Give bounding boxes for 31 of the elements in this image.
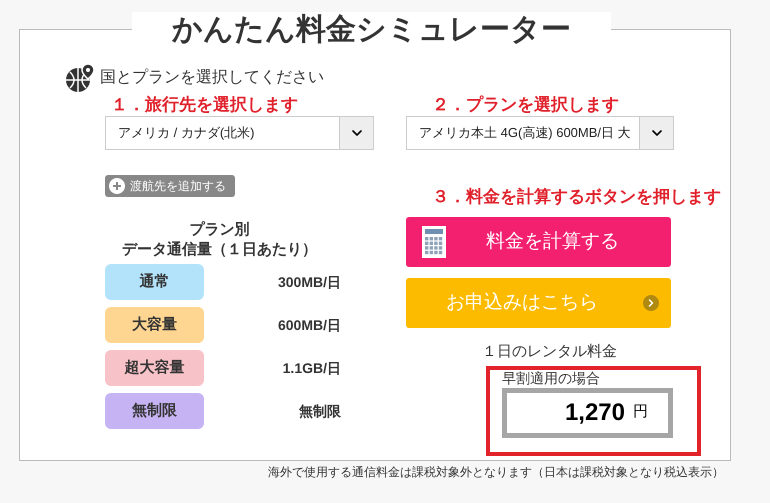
chevron-down-icon xyxy=(339,117,373,149)
plan-subheading: データ通信量（１日あたり） xyxy=(122,240,317,260)
step-label: １．旅行先を選択します xyxy=(110,94,299,116)
plus-circle-icon xyxy=(109,178,125,194)
select-value: アメリカ / カナダ(北米) xyxy=(117,124,256,142)
step-label: ３．料金を計算するボタンを押します xyxy=(431,186,721,208)
calculator-icon xyxy=(422,226,446,258)
chevron-right-icon xyxy=(643,295,659,311)
calculate-button[interactable]: 料金を計算する xyxy=(406,217,671,267)
globe-pin-icon xyxy=(64,62,96,94)
plan-amount: 300MB/日 xyxy=(276,272,341,292)
step-label: ２．プランを選択します xyxy=(431,94,620,116)
plan-amount: 600MB/日 xyxy=(276,316,341,334)
select-value: アメリカ本土 4G(高速) 600MB/日 大 xyxy=(418,124,632,142)
plan-amount: 無制限 xyxy=(298,402,341,420)
tax-footnote: 海外で使用する通信料金は課税対象外となります（日本は課税対象となり税込表示） xyxy=(267,464,725,481)
chevron-down-icon xyxy=(639,117,673,149)
plan-tag: 通常 xyxy=(105,264,204,300)
intro-text: 国とプランを選択してください xyxy=(100,68,324,88)
dropdown-select[interactable]: アメリカ本土 4G(高速) 600MB/日 大 xyxy=(406,116,674,150)
price-unit: 円 xyxy=(633,402,648,422)
plan-heading: プラン別 xyxy=(190,220,250,240)
result-caption: １日のレンタル料金 xyxy=(481,342,618,362)
early-discount-note: 早割適用の場合 xyxy=(502,370,601,386)
plan-amount: 1.1GB/日 xyxy=(282,358,341,378)
plan-tag: 無制限 xyxy=(105,393,204,429)
price-amount: 1,270 xyxy=(564,398,625,428)
plan-tag: 超大容量 xyxy=(105,350,204,386)
add-destination-button[interactable]: 渡航先を追加する xyxy=(105,175,235,197)
plan-tag: 大容量 xyxy=(105,307,204,343)
dropdown-select[interactable]: アメリカ / カナダ(北米) xyxy=(105,116,374,150)
